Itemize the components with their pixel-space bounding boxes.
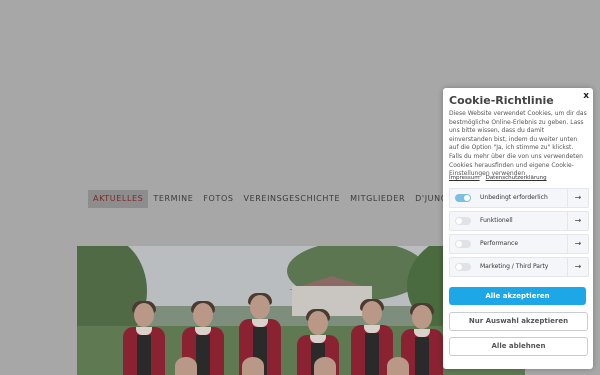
accept-all-button[interactable]: Alle akzeptieren: [449, 287, 586, 305]
toggle-switch[interactable]: [455, 240, 471, 248]
nav-item-aktuelles[interactable]: AKTUELLES: [88, 190, 149, 208]
arrow-right-icon[interactable]: →: [567, 189, 588, 207]
option-functional[interactable]: Funktionell →: [449, 211, 589, 231]
option-label: Unbedingt erforderlich: [480, 194, 548, 201]
cookie-dialog: x Cookie-Richtlinie Diese Website verwen…: [443, 88, 593, 369]
option-label: Funktionell: [480, 217, 513, 224]
person-front-row: [242, 357, 264, 375]
arrow-right-icon[interactable]: →: [567, 258, 588, 276]
close-button[interactable]: x: [583, 91, 589, 101]
arrow-right-icon[interactable]: →: [567, 235, 588, 253]
option-necessary[interactable]: Unbedingt erforderlich →: [449, 188, 589, 208]
toggle-switch[interactable]: [455, 194, 471, 202]
toggle-switch[interactable]: [455, 263, 471, 271]
privacy-link[interactable]: Datenschutzerklärung: [486, 175, 547, 181]
person: [121, 301, 167, 375]
nav-item-mitglieder[interactable]: MITGLIEDER: [345, 190, 410, 208]
accept-selection-button[interactable]: Nur Auswahl akzeptieren: [449, 312, 588, 331]
option-label: Performance: [480, 240, 519, 247]
cookie-links: Impressum Datenschutzerklärung: [449, 175, 553, 181]
person-front-row: [175, 357, 197, 375]
arrow-right-icon[interactable]: →: [567, 212, 588, 230]
cookie-description: Diese Website verwendet Cookies, um dir …: [449, 110, 587, 178]
option-label: Marketing / Third Party: [480, 263, 549, 270]
person-front-row: [387, 357, 409, 375]
option-performance[interactable]: Performance →: [449, 234, 589, 254]
nav-item-termine[interactable]: TERMINE: [148, 190, 198, 208]
toggle-switch[interactable]: [455, 217, 471, 225]
person-front-row: [314, 357, 336, 375]
reject-all-button[interactable]: Alle ablehnen: [449, 337, 588, 356]
main-nav: AKTUELLES TERMINE FOTOS VEREINSGESCHICHT…: [88, 190, 504, 208]
nav-item-fotos[interactable]: FOTOS: [198, 190, 238, 208]
nav-item-vereinsgeschichte[interactable]: VEREINSGESCHICHTE: [239, 190, 346, 208]
option-marketing[interactable]: Marketing / Third Party →: [449, 257, 589, 277]
impressum-link[interactable]: Impressum: [449, 175, 480, 181]
cookie-title: Cookie-Richtlinie: [449, 94, 554, 107]
